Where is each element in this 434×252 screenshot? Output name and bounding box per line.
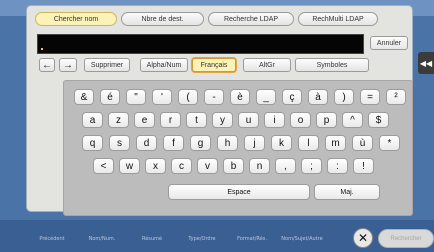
keyboard-key[interactable]: y xyxy=(212,112,233,128)
cursor-left-button[interactable]: ← xyxy=(39,58,55,72)
close-icon[interactable]: ✕ xyxy=(353,228,373,248)
keyboard-key[interactable]: ' xyxy=(152,89,172,105)
keyboard-key[interactable]: m xyxy=(325,135,346,151)
keyboard-key[interactable]: h xyxy=(217,135,238,151)
collapse-panel-icon[interactable]: ◀◀ xyxy=(418,52,434,74)
keyboard-key[interactable]: i xyxy=(264,112,285,128)
keyboard-key[interactable]: _ xyxy=(256,89,276,105)
keyboard-key[interactable]: $ xyxy=(368,112,389,128)
keyboard-key[interactable]: ) xyxy=(334,89,354,105)
keyboard-key[interactable]: é xyxy=(100,89,120,105)
background-tab: Type/Ordre xyxy=(188,236,216,242)
rechercher-button[interactable]: Rechercher xyxy=(378,229,434,248)
keyboard-key[interactable]: ^ xyxy=(342,112,363,128)
keyboard-key[interactable]: p xyxy=(316,112,337,128)
text-input-field[interactable] xyxy=(37,34,364,54)
background-tab: Format/Rés. xyxy=(237,236,267,242)
keyboard-key[interactable]: & xyxy=(74,89,94,105)
francais-button[interactable]: Français xyxy=(192,58,236,72)
keyboard-key[interactable]: b xyxy=(223,158,244,174)
space-key[interactable]: Espace xyxy=(168,184,310,200)
keyboard-key[interactable]: : xyxy=(327,158,348,174)
keyboard-key[interactable]: ù xyxy=(352,135,373,151)
keyboard-key[interactable]: ( xyxy=(178,89,198,105)
background-tab: Résumé xyxy=(141,236,163,242)
keyboard-key[interactable]: d xyxy=(136,135,157,151)
keyboard-key[interactable]: n xyxy=(249,158,270,174)
keyboard-key[interactable]: - xyxy=(204,89,224,105)
cursor-right-button[interactable]: → xyxy=(59,58,77,72)
keyboard-key[interactable]: j xyxy=(244,135,265,151)
keyboard-key[interactable]: k xyxy=(271,135,292,151)
alpha-num-button[interactable]: Alpha/Num xyxy=(140,58,188,72)
keyboard-dialog: Chercher nom Nbre de dest. Recherche LDA… xyxy=(27,6,413,216)
keyboard-key[interactable]: z xyxy=(108,112,129,128)
keyboard-key[interactable]: < xyxy=(93,158,114,174)
keyboard-key[interactable]: o xyxy=(290,112,311,128)
keyboard-key[interactable]: g xyxy=(190,135,211,151)
background-tab-strip: Précédent Nom/Num. Résumé Type/Ordre For… xyxy=(30,236,324,242)
tab-chercher-nom[interactable]: Chercher nom xyxy=(35,12,117,26)
tab-nbre-de-dest[interactable]: Nbre de dest. xyxy=(121,12,204,26)
keyboard-key[interactable]: à xyxy=(308,89,328,105)
keyboard-key[interactable]: ç xyxy=(282,89,302,105)
keyboard-key[interactable]: " xyxy=(126,89,146,105)
keyboard-key[interactable]: t xyxy=(186,112,207,128)
keyboard-key[interactable]: * xyxy=(379,135,400,151)
shift-key[interactable]: Maj. xyxy=(314,184,380,200)
keyboard-key[interactable]: ; xyxy=(301,158,322,174)
background-tab: Nom/Sujet/Autre xyxy=(281,236,323,242)
tab-rechmulti-ldap[interactable]: RechMulti LDAP xyxy=(298,12,378,26)
keyboard-key[interactable]: c xyxy=(171,158,192,174)
background-tab: Nom/Num. xyxy=(88,236,116,242)
text-cursor xyxy=(41,48,43,50)
altgr-button[interactable]: AltGr xyxy=(243,58,291,72)
keyboard-key[interactable]: x xyxy=(145,158,166,174)
tab-recherche-ldap[interactable]: Recherche LDAP xyxy=(208,12,294,26)
keyboard-key[interactable]: v xyxy=(197,158,218,174)
keyboard-key[interactable]: e xyxy=(134,112,155,128)
keyboard-key[interactable]: w xyxy=(119,158,140,174)
keyboard-key[interactable]: a xyxy=(82,112,103,128)
keyboard-key[interactable]: q xyxy=(82,135,103,151)
keyboard-key[interactable]: ² xyxy=(386,89,406,105)
keyboard-key[interactable]: è xyxy=(230,89,250,105)
background-tab: Précédent xyxy=(39,236,65,242)
keyboard-key[interactable]: l xyxy=(298,135,319,151)
annuler-button[interactable]: Annuler xyxy=(370,36,408,50)
keyboard-key[interactable]: ! xyxy=(353,158,374,174)
keyboard-key[interactable]: f xyxy=(163,135,184,151)
search-tabs: Chercher nom Nbre de dest. Recherche LDA… xyxy=(35,12,378,26)
keyboard-key[interactable]: r xyxy=(160,112,181,128)
keyboard-key[interactable]: s xyxy=(109,135,130,151)
keyboard-key[interactable]: , xyxy=(275,158,296,174)
symboles-button[interactable]: Symboles xyxy=(295,58,369,72)
keyboard-key[interactable]: u xyxy=(238,112,259,128)
supprimer-button[interactable]: Supprimer xyxy=(84,58,130,72)
virtual-keyboard: & é " ' (- è _ ç à) = ² a z e r t y u i o p ^ $ q s d f g h j k l m ù * < w x… xyxy=(63,80,413,216)
keyboard-key[interactable]: = xyxy=(360,89,380,105)
